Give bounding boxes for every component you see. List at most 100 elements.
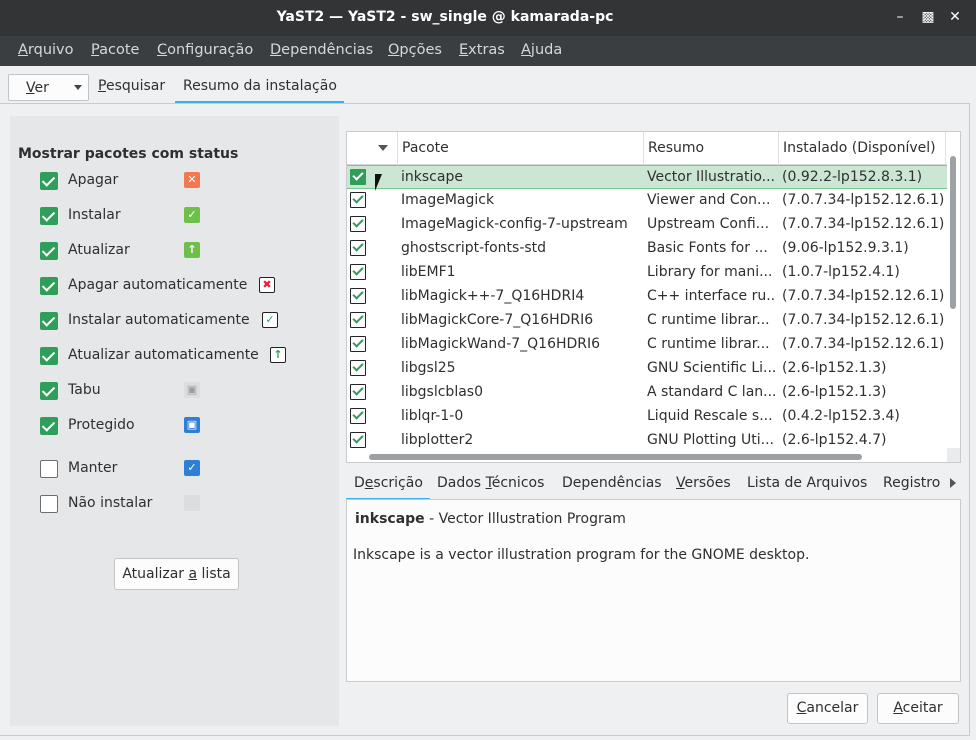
tab-dados-tecnicos[interactable]: Dados Técnicos	[437, 475, 544, 491]
table-row[interactable]: libMagickWand-7_Q16HDRI6 C runtime librar…	[347, 333, 947, 357]
menu-bar: Arquivo Pacote Configuração Dependências…	[0, 36, 976, 66]
tab-dependencias[interactable]: Dependências	[562, 475, 662, 491]
column-header-pacote[interactable]: Pacote	[402, 140, 449, 156]
status-checkbox[interactable]	[350, 312, 366, 328]
table-row[interactable]: libplotter2 GNU Plotting Uti... (2.6-lp152…	[347, 429, 947, 453]
package-summary: C runtime librar...	[647, 312, 770, 328]
package-version: (9.06-lp152.9.3.1)	[782, 240, 909, 256]
package-name: ImageMagick	[401, 192, 495, 208]
table-row[interactable]: libgslcblas0 A standard C lan... (2.6-lp15…	[347, 381, 947, 405]
package-version: (7.0.7.34-lp152.12.6.1)	[782, 336, 945, 352]
table-row[interactable]: ImageMagick Viewer and Con... (7.0.7.34-lp…	[347, 189, 947, 213]
mouse-cursor-icon	[375, 174, 382, 191]
checkbox[interactable]	[40, 242, 58, 260]
close-icon[interactable]: ✕	[946, 8, 964, 26]
filter-label: Não instalar	[68, 495, 153, 511]
package-version: (0.92.2-lp152.8.3.1)	[782, 169, 923, 185]
package-version: (7.0.7.34-lp152.12.6.1)	[782, 312, 945, 328]
package-table[interactable]: Pacote Resumo Instalado (Disponível) ink…	[346, 131, 961, 463]
table-row[interactable]: inkscape Vector Illustratio... (0.92.2-lp1…	[347, 165, 947, 189]
status-checkbox[interactable]	[350, 169, 366, 185]
package-version: (7.0.7.34-lp152.12.6.1)	[782, 192, 945, 208]
tab-installation-summary[interactable]: Resumo da instalação	[183, 78, 337, 94]
table-row[interactable]: liblqr-1-0 Liquid Rescale s... (0.4.2-lp15…	[347, 405, 947, 429]
menu-arquivo[interactable]: Arquivo	[18, 42, 74, 58]
checkbox[interactable]	[40, 207, 58, 225]
package-summary: A standard C lan...	[647, 384, 775, 400]
table-row[interactable]: ImageMagick-config-7-upstream Upstream Co…	[347, 213, 947, 237]
package-name: liblqr-1-0	[401, 408, 464, 424]
status-checkbox[interactable]	[350, 192, 366, 208]
status-checkbox[interactable]	[350, 432, 366, 448]
table-row[interactable]: ghostscript-fonts-std Basic Fonts for ...…	[347, 237, 947, 261]
package-version: (7.0.7.34-lp152.12.6.1)	[782, 216, 945, 232]
tab-versoes[interactable]: Versões	[676, 475, 731, 491]
table-row[interactable]: libEMF1 Library for mani... (1.0.7-lp152.4…	[347, 261, 947, 285]
package-summary: Library for mani...	[647, 264, 773, 280]
checkbox[interactable]	[40, 382, 58, 400]
table-row[interactable]: libgsl25 GNU Scientific Li... (2.6-lp152.1…	[347, 357, 947, 381]
filter-label: Atualizar	[68, 242, 130, 258]
column-header-instalado[interactable]: Instalado (Disponível)	[783, 140, 936, 156]
tab-search[interactable]: Pesquisar	[98, 78, 165, 94]
checkbox[interactable]	[40, 172, 58, 190]
description-body: Inkscape is a vector illustration progra…	[353, 547, 810, 563]
tab-registro[interactable]: Registro de	[883, 475, 945, 491]
table-row[interactable]: libMagick++-7_Q16HDRI4 C++ interface ru..…	[347, 285, 947, 309]
status-checkbox[interactable]	[350, 288, 366, 304]
checkbox[interactable]	[40, 495, 58, 513]
menu-opcoes[interactable]: Opções	[388, 42, 442, 58]
status-checkbox[interactable]	[350, 336, 366, 352]
table-row[interactable]: libMagickCore-7_Q16HDRI6 C runtime librar…	[347, 309, 947, 333]
package-name: libgslcblas0	[401, 384, 483, 400]
minimize-icon[interactable]: –	[891, 8, 909, 26]
view-label: Ver	[26, 80, 49, 96]
menu-pacote[interactable]: Pacote	[91, 42, 139, 58]
filter-label: Apagar automaticamente	[68, 277, 248, 293]
install-icon: ✓	[184, 207, 200, 223]
package-name: ImageMagick-config-7-upstream	[401, 216, 628, 232]
checkbox[interactable]	[40, 417, 58, 435]
column-header-resumo[interactable]: Resumo	[648, 140, 704, 156]
auto-delete-icon: ✖	[259, 277, 275, 293]
package-summary: GNU Plotting Uti...	[647, 432, 774, 448]
sort-down-icon[interactable]	[378, 145, 388, 151]
status-checkbox[interactable]	[350, 240, 366, 256]
menu-extras[interactable]: Extras	[459, 42, 505, 58]
checkbox[interactable]	[40, 347, 58, 365]
cancel-button[interactable]: Cancelar	[787, 693, 868, 724]
tab-lista-de-arquivos[interactable]: Lista de Arquivos	[747, 475, 867, 491]
chevron-right-icon[interactable]	[950, 478, 956, 488]
refresh-list-button[interactable]: Atualizar a lista	[114, 558, 239, 590]
filter-label: Apagar	[68, 172, 119, 188]
checkbox[interactable]	[40, 277, 58, 295]
package-name: ghostscript-fonts-std	[401, 240, 547, 256]
status-checkbox[interactable]	[350, 384, 366, 400]
menu-ajuda[interactable]: Ajuda	[521, 42, 562, 58]
horizontal-scrollbar[interactable]	[369, 454, 862, 460]
package-name: libMagickWand-7_Q16HDRI6	[401, 336, 601, 352]
package-version: (2.6-lp152.4.7)	[782, 432, 887, 448]
package-summary: GNU Scientific Li...	[647, 360, 775, 376]
maximize-icon[interactable]: ▩	[919, 8, 937, 26]
view-dropdown-button[interactable]: Ver	[8, 74, 89, 101]
package-summary: C runtime librar...	[647, 336, 770, 352]
checkbox[interactable]	[40, 460, 58, 478]
status-checkbox[interactable]	[350, 360, 366, 376]
status-checkbox[interactable]	[350, 216, 366, 232]
package-name: libMagickCore-7_Q16HDRI6	[401, 312, 594, 328]
package-summary: Liquid Rescale s...	[647, 408, 773, 424]
no-install-icon	[184, 495, 200, 511]
vertical-scrollbar[interactable]	[950, 156, 956, 309]
auto-update-icon: ↑	[270, 347, 286, 363]
package-name: inkscape	[401, 169, 463, 185]
status-checkbox[interactable]	[350, 408, 366, 424]
checkbox[interactable]	[40, 312, 58, 330]
accept-button[interactable]: Aceitar	[877, 693, 959, 724]
tab-descricao[interactable]: Descrição	[354, 475, 423, 491]
menu-configuracao[interactable]: Configuração	[157, 42, 253, 58]
title-bar: YaST2 — YaST2 - sw_single @ kamarada-pc …	[0, 0, 976, 36]
status-checkbox[interactable]	[350, 264, 366, 280]
package-name: libgsl25	[401, 360, 456, 376]
menu-dependencias[interactable]: Dependências	[270, 42, 373, 58]
